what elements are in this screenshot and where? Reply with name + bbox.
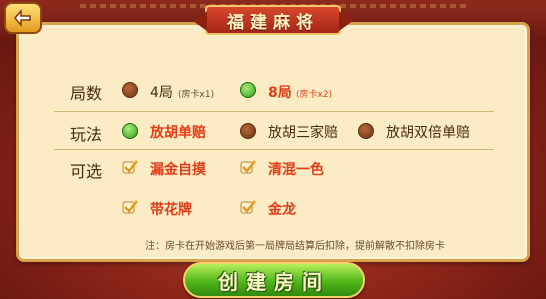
rounds-4-cost: (房卡x1) <box>178 90 215 100</box>
optional-label: 可选 <box>70 162 103 181</box>
check-icon[interactable] <box>240 199 256 215</box>
option-qinghun-label[interactable]: 清混一色 <box>268 159 324 179</box>
title-ribbon: 福建麻将 <box>205 5 341 35</box>
rounds-4-label[interactable]: 4局 <box>150 82 173 102</box>
check-icon[interactable] <box>122 159 138 175</box>
create-room-label: 创建房间 <box>218 269 330 294</box>
back-arrow-icon <box>14 9 31 27</box>
rounds-8-radio[interactable] <box>240 82 256 98</box>
mode-label: 玩法 <box>70 125 103 144</box>
rounds-8-cost: (房卡x2) <box>296 90 333 100</box>
page-title: 福建麻将 <box>227 12 319 33</box>
cost-note: 注：房卡在开始游戏后第一局牌局结算后扣除，提前解散不扣除房卡 <box>145 241 445 252</box>
mode-double-label[interactable]: 放胡双倍单赔 <box>386 122 470 142</box>
rounds-8-label[interactable]: 8局 <box>268 82 292 102</box>
rounds-label: 局数 <box>70 84 103 103</box>
mode-three-label[interactable]: 放胡三家赔 <box>268 122 338 142</box>
mode-double-radio[interactable] <box>358 123 374 139</box>
divider <box>54 111 494 112</box>
option-jinlong-label[interactable]: 金龙 <box>268 199 296 219</box>
divider <box>54 149 494 150</box>
back-button[interactable] <box>4 2 42 34</box>
mode-single-label[interactable]: 放胡单赔 <box>150 122 206 142</box>
create-room-button[interactable]: 创建房间 <box>183 262 365 298</box>
check-icon[interactable] <box>122 199 138 215</box>
check-icon[interactable] <box>240 159 256 175</box>
rounds-4-radio[interactable] <box>122 82 138 98</box>
mode-three-radio[interactable] <box>240 123 256 139</box>
option-huapai-label[interactable]: 带花牌 <box>150 199 192 219</box>
option-loujin-label[interactable]: 漏金自摸 <box>150 159 206 179</box>
mode-single-radio[interactable] <box>122 123 138 139</box>
